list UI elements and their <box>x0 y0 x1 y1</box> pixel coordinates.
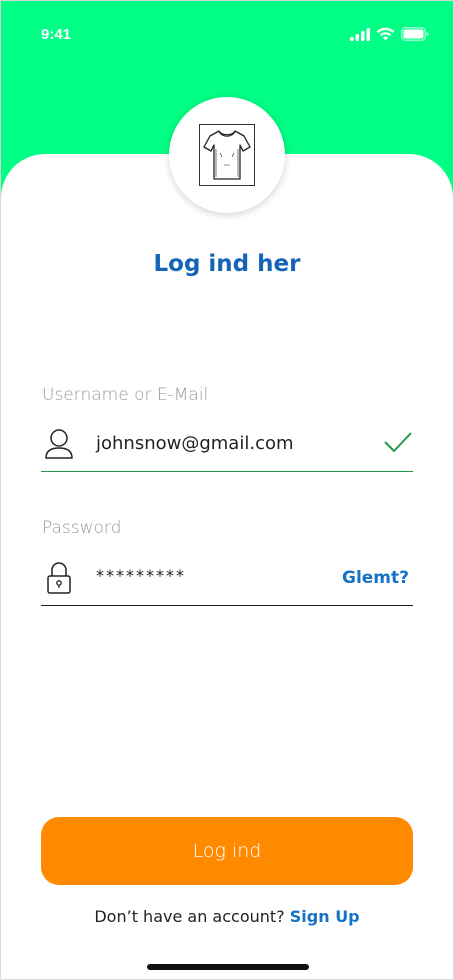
status-icons <box>350 26 429 45</box>
forgot-password-link[interactable]: Glemt? <box>342 568 409 588</box>
page-title: Log ind her <box>153 251 301 277</box>
signup-row: Don’t have an account? Sign Up <box>1 907 453 926</box>
lock-icon <box>43 562 75 594</box>
email-field[interactable]: johnsnow@gmail.com <box>41 422 413 472</box>
wifi-icon <box>376 26 395 45</box>
t-shirt-icon <box>199 124 255 186</box>
status-bar: 9:41 <box>1 1 453 71</box>
signup-link[interactable]: Sign Up <box>290 907 360 926</box>
cellular-signal-icon <box>350 26 370 45</box>
password-field-label: Password <box>42 518 122 538</box>
email-field-label: Username or E-Mail <box>42 385 209 405</box>
logo-avatar <box>169 97 285 213</box>
email-value[interactable]: johnsnow@gmail.com <box>96 433 294 454</box>
signup-prompt: Don’t have an account? <box>94 907 285 926</box>
user-icon <box>43 428 75 460</box>
phone-screen: 9:41 Log ind her Username or E-Mail john… <box>0 0 454 980</box>
login-button[interactable]: Log ind <box>41 817 413 885</box>
home-indicator[interactable] <box>147 964 309 970</box>
password-field[interactable]: ********* Glemt? <box>41 556 413 606</box>
battery-icon <box>401 26 429 45</box>
password-value[interactable]: ********* <box>96 566 186 585</box>
checkmark-icon <box>383 430 413 458</box>
status-time: 9:41 <box>41 26 72 43</box>
